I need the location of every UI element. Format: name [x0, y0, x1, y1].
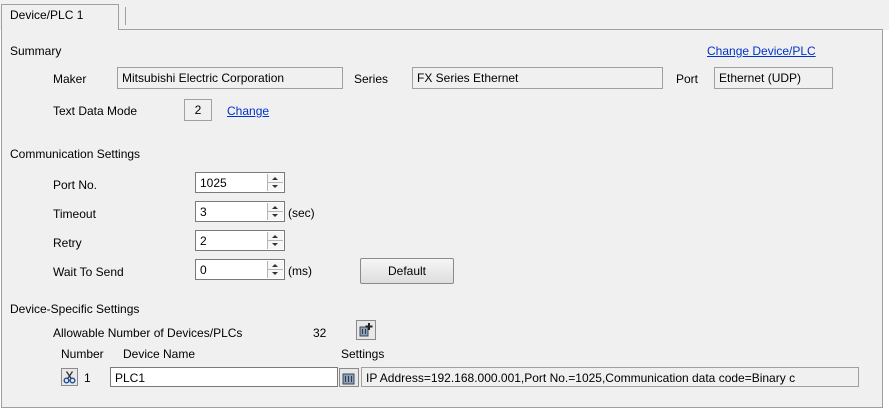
allowable-devices-label: Allowable Number of Devices/PLCs [53, 326, 243, 340]
port-no-stepper[interactable]: 1025 [195, 172, 285, 193]
tab-strip [0, 0, 889, 30]
tab-separator [125, 7, 126, 25]
wait-to-send-unit: (ms) [288, 264, 312, 278]
spin-up-icon[interactable] [268, 174, 283, 183]
spin-down-icon[interactable] [268, 183, 283, 192]
spin-down-icon[interactable] [268, 241, 283, 250]
wait-to-send-value: 0 [200, 263, 207, 277]
add-device-button[interactable] [356, 320, 376, 340]
wait-to-send-spinner[interactable] [267, 261, 283, 278]
delete-device-icon [63, 371, 76, 384]
port-field: Ethernet (UDP) [714, 67, 833, 89]
series-label: Series [354, 72, 389, 86]
device-settings-icon [342, 373, 355, 385]
device-row-number: 1 [84, 371, 91, 385]
spin-down-icon[interactable] [268, 212, 283, 221]
tab-label: Device/PLC 1 [10, 8, 84, 22]
port-no-spinner[interactable] [267, 174, 283, 191]
spin-up-icon[interactable] [268, 261, 283, 270]
device-name-column-header: Device Name [123, 347, 196, 361]
retry-value: 2 [200, 234, 207, 248]
device-name-input[interactable]: PLC1 [110, 367, 338, 387]
port-no-value: 1025 [200, 176, 227, 190]
communication-settings-heading: Communication Settings [10, 147, 141, 161]
retry-label: Retry [53, 236, 82, 250]
add-device-icon [359, 323, 373, 337]
wait-to-send-stepper[interactable]: 0 [195, 259, 285, 280]
spin-down-icon[interactable] [268, 270, 283, 279]
spin-up-icon[interactable] [268, 203, 283, 212]
timeout-spinner[interactable] [267, 203, 283, 220]
maker-label: Maker [53, 72, 87, 86]
device-specific-settings-heading: Device-Specific Settings [10, 302, 140, 316]
tab-device-plc-1[interactable]: Device/PLC 1 [1, 4, 119, 30]
allowable-devices-value: 32 [313, 326, 327, 340]
timeout-label: Timeout [53, 207, 96, 221]
delete-device-button[interactable] [61, 368, 78, 386]
text-data-mode-field: 2 [184, 99, 212, 121]
timeout-unit: (sec) [288, 206, 315, 220]
device-settings-button[interactable] [339, 368, 359, 387]
text-mode-change-link[interactable]: Change [227, 104, 269, 118]
retry-stepper[interactable]: 2 [195, 230, 285, 251]
text-data-mode-label: Text Data Mode [53, 104, 138, 118]
timeout-value: 3 [200, 205, 207, 219]
spin-up-icon[interactable] [268, 232, 283, 241]
series-field: FX Series Ethernet [412, 67, 663, 89]
port-no-label: Port No. [53, 178, 98, 192]
device-settings-summary: IP Address=192.168.000.001,Port No.=1025… [361, 367, 859, 387]
settings-column-header: Settings [341, 347, 385, 361]
default-button[interactable]: Default [360, 258, 454, 284]
change-device-plc-link[interactable]: Change Device/PLC [707, 44, 816, 58]
retry-spinner[interactable] [267, 232, 283, 249]
wait-to-send-label: Wait To Send [53, 265, 124, 279]
number-column-header: Number [61, 347, 104, 361]
maker-field: Mitsubishi Electric Corporation [117, 67, 343, 89]
port-label: Port [676, 72, 699, 86]
summary-heading: Summary [10, 44, 62, 58]
timeout-stepper[interactable]: 3 [195, 201, 285, 222]
